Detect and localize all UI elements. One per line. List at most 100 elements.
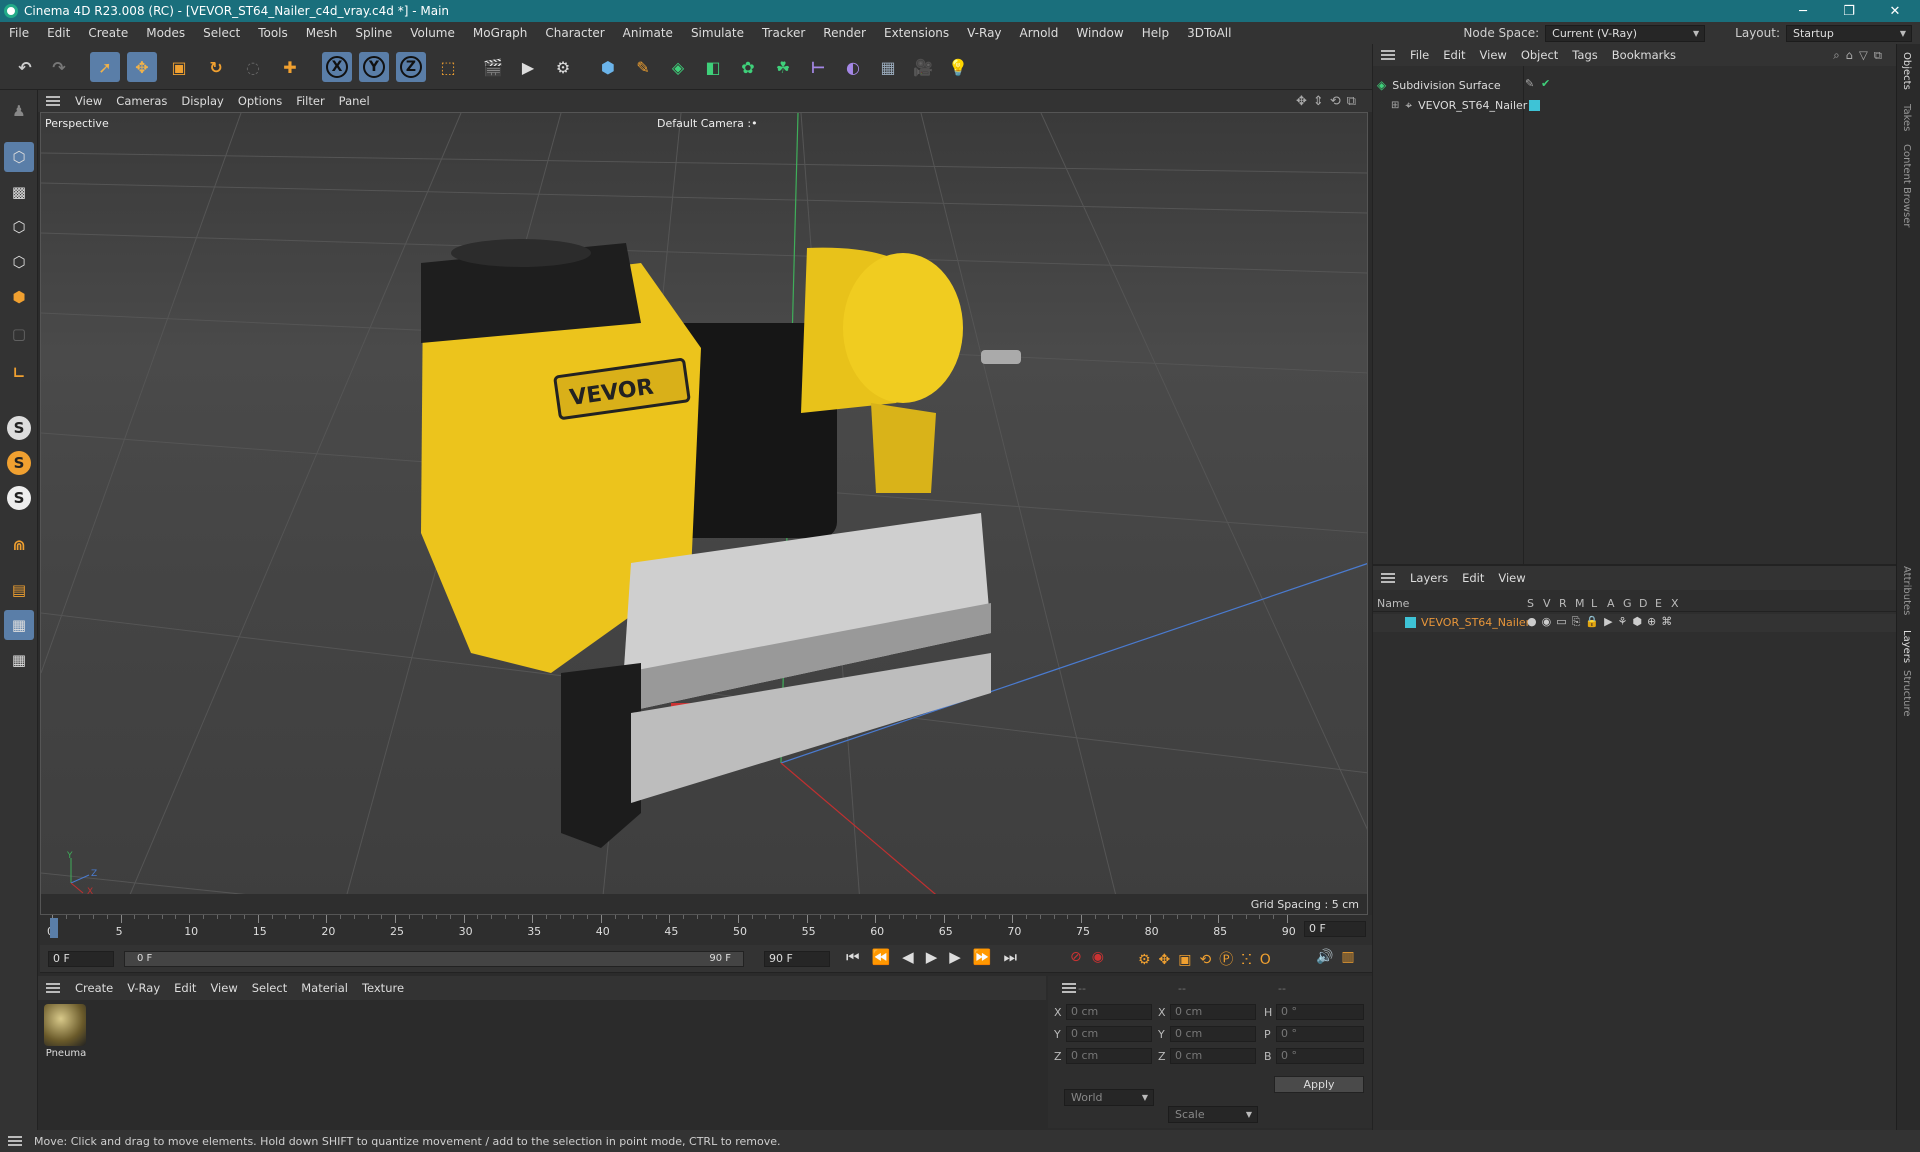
hamburger-icon[interactable]	[1062, 983, 1076, 993]
rotate-tool-icon[interactable]: ↻	[201, 52, 231, 82]
solo-icon[interactable]: S	[4, 448, 34, 478]
menu-mograph[interactable]: MoGraph	[464, 26, 537, 40]
render-settings-icon[interactable]: ⚙	[548, 52, 578, 82]
hamburger-icon[interactable]	[1381, 573, 1395, 583]
texture-mode-icon[interactable]: ▩	[4, 177, 34, 207]
light-icon[interactable]: 💡	[943, 52, 973, 82]
workplane-icon[interactable]: S	[4, 483, 34, 513]
snap-icon[interactable]: S	[4, 413, 34, 443]
material-menu-select[interactable]: Select	[245, 981, 294, 995]
tab-layers[interactable]: Layers	[1901, 630, 1912, 663]
objects-menu-bookmarks[interactable]: Bookmarks	[1605, 48, 1683, 62]
planar-workplane-icon[interactable]: ▦	[4, 645, 34, 675]
coord-mode-select[interactable]: Scale ▼	[1168, 1106, 1258, 1123]
layer-row[interactable]: VEVOR_ST64_Nailer ●◉▭⎘🔒▶⚘⬢⊕⌘	[1373, 614, 1897, 632]
material-menu-material[interactable]: Material	[294, 981, 355, 995]
layer-flag-icons[interactable]: ●◉▭⎘🔒▶⚘⬢⊕⌘	[1527, 615, 1677, 629]
deformer-icon[interactable]: ⊢	[803, 52, 833, 82]
material-menu-vray[interactable]: V-Ray	[120, 981, 167, 995]
end-frame-field[interactable]: 90 F	[764, 951, 830, 967]
menu-animate[interactable]: Animate	[614, 26, 682, 40]
expand-icon[interactable]: ⊞	[1391, 100, 1399, 111]
layout-select[interactable]: Startup ▼	[1786, 24, 1912, 42]
camera-icon[interactable]: 🎥	[908, 52, 938, 82]
menu-render[interactable]: Render	[814, 26, 875, 40]
object-manager-tool-icons[interactable]: ⌕⌂▽⧉	[1833, 48, 1888, 63]
coord-rot-p-field[interactable]: 0 °	[1276, 1026, 1364, 1042]
extrude-icon[interactable]: ◧	[698, 52, 728, 82]
viewport-menu-options[interactable]: Options	[231, 94, 289, 108]
layer-color-swatch[interactable]	[1405, 617, 1416, 628]
tab-takes[interactable]: Takes	[1901, 104, 1912, 131]
restore-button[interactable]: ❐	[1826, 0, 1872, 22]
floor-icon[interactable]: ▦	[873, 52, 903, 82]
coordinate-system-icon[interactable]: ⬚	[433, 52, 463, 82]
menu-simulate[interactable]: Simulate	[682, 26, 753, 40]
menu-edit[interactable]: Edit	[38, 26, 79, 40]
menu-vray[interactable]: V-Ray	[958, 26, 1010, 40]
menu-select[interactable]: Select	[194, 26, 249, 40]
hamburger-icon[interactable]	[46, 96, 60, 106]
coord-pos-y-field[interactable]: 0 cm	[1066, 1026, 1152, 1042]
material-menu-view[interactable]: View	[203, 981, 244, 995]
points-mode-icon[interactable]: ⬡	[4, 212, 34, 242]
menu-volume[interactable]: Volume	[401, 26, 464, 40]
move-tool-icon[interactable]: ✥	[127, 52, 157, 82]
axis-mode-icon[interactable]: ∟	[4, 358, 34, 388]
coord-rot-h-field[interactable]: 0 °	[1276, 1004, 1364, 1020]
coord-pos-x-field[interactable]: 0 cm	[1066, 1004, 1152, 1020]
camera-name[interactable]: Default Camera :•	[657, 117, 758, 130]
tab-attributes[interactable]: Attributes	[1901, 566, 1912, 615]
menu-help[interactable]: Help	[1133, 26, 1178, 40]
layers-menu-layers[interactable]: Layers	[1403, 571, 1455, 585]
range-slider[interactable]: 0 F 90 F	[124, 951, 744, 967]
viewport-menu-panel[interactable]: Panel	[332, 94, 377, 108]
select-tool-icon[interactable]: ➚	[90, 52, 120, 82]
transform-tool-icon[interactable]: ✚	[275, 52, 305, 82]
cube-primitive-icon[interactable]: ⬢	[593, 52, 623, 82]
subdivision-icon[interactable]: ◈	[663, 52, 693, 82]
spline-pen-icon[interactable]: ✎	[628, 52, 658, 82]
material-swatch[interactable]: Pneuma	[44, 1004, 88, 1066]
timeline-view-icons[interactable]: 🔊▥	[1316, 949, 1363, 965]
undo-icon[interactable]: ↶	[10, 52, 40, 82]
cloner-icon[interactable]: ☘	[768, 52, 798, 82]
uv-mode-icon[interactable]: ▢	[4, 319, 34, 349]
objects-menu-edit[interactable]: Edit	[1436, 48, 1472, 62]
lock-z-icon[interactable]: Z	[396, 52, 426, 82]
object-row-nailer[interactable]: ⊞ ⌖ VEVOR_ST64_Nailer	[1391, 96, 1527, 114]
node-space-select[interactable]: Current (V-Ray) ▼	[1545, 24, 1706, 42]
objects-menu-tags[interactable]: Tags	[1565, 48, 1604, 62]
menu-character[interactable]: Character	[536, 26, 613, 40]
tab-objects[interactable]: Objects	[1901, 52, 1912, 90]
render-view-icon[interactable]: ▶	[513, 52, 543, 82]
locked-workplane-icon[interactable]: ▦	[4, 610, 34, 640]
menu-create[interactable]: Create	[79, 26, 137, 40]
apply-button[interactable]: Apply	[1274, 1076, 1364, 1093]
menu-window[interactable]: Window	[1067, 26, 1132, 40]
field-icon[interactable]: ◐	[838, 52, 868, 82]
material-menu-create[interactable]: Create	[68, 981, 120, 995]
object-row-subdivision[interactable]: ◈ Subdivision Surface	[1377, 76, 1501, 94]
material-menu-texture[interactable]: Texture	[355, 981, 411, 995]
minimize-button[interactable]: ─	[1780, 0, 1826, 22]
edit-toggle-icon[interactable]: ✎	[1525, 77, 1534, 90]
menu-tools[interactable]: Tools	[249, 26, 297, 40]
coord-rot-b-field[interactable]: 0 °	[1276, 1048, 1364, 1064]
mograph-icon[interactable]: ✿	[733, 52, 763, 82]
viewport-nav-icons[interactable]: ✥⇕⟲⧉	[1296, 94, 1362, 109]
layers-menu-edit[interactable]: Edit	[1455, 571, 1491, 585]
menu-tracker[interactable]: Tracker	[753, 26, 814, 40]
menu-modes[interactable]: Modes	[137, 26, 194, 40]
coord-size-y-field[interactable]: 0 cm	[1170, 1026, 1256, 1042]
hamburger-icon[interactable]	[46, 983, 60, 993]
magnet-icon[interactable]: ⋒	[4, 530, 34, 560]
make-editable-icon[interactable]: ♟	[4, 96, 34, 126]
nailer-model[interactable]: VEVOR	[421, 239, 1021, 848]
menu-spline[interactable]: Spline	[346, 26, 401, 40]
material-menu-edit[interactable]: Edit	[167, 981, 203, 995]
menu-mesh[interactable]: Mesh	[297, 26, 347, 40]
coord-space-select[interactable]: World ▼	[1064, 1089, 1154, 1106]
menu-3dtoall[interactable]: 3DToAll	[1178, 26, 1240, 40]
hamburger-icon[interactable]	[1381, 50, 1395, 60]
